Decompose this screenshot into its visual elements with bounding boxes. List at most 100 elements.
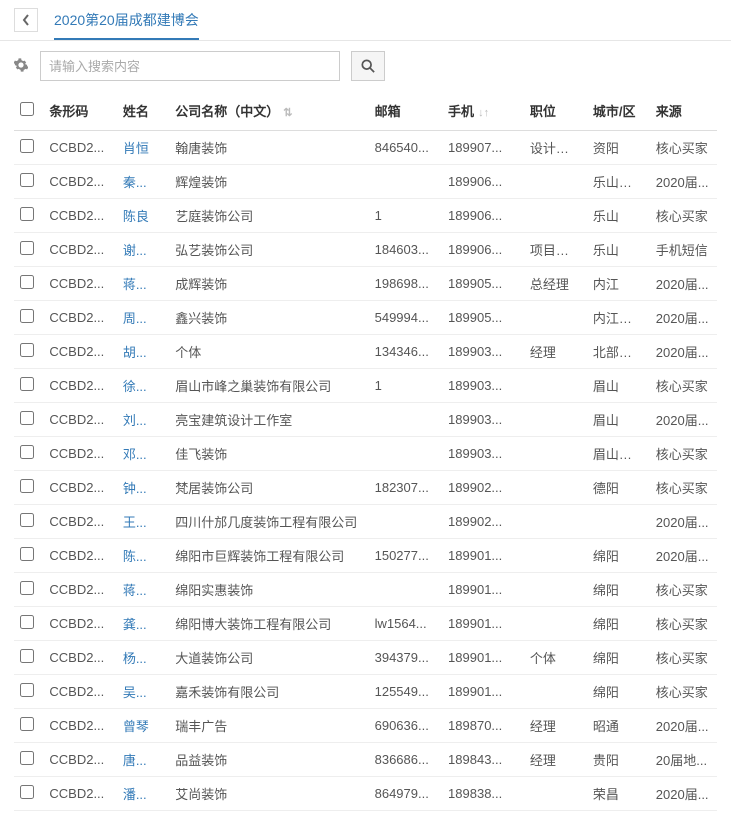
- cell-position: 设计总监: [524, 131, 587, 165]
- row-checkbox[interactable]: [20, 649, 34, 663]
- cell-name[interactable]: 唐...: [117, 743, 169, 777]
- cell-position: [524, 607, 587, 641]
- cell-barcode: CCBD2...: [43, 709, 116, 743]
- cell-email: 846540...: [369, 131, 442, 165]
- col-source[interactable]: 来源: [650, 91, 717, 131]
- row-checkbox[interactable]: [20, 275, 34, 289]
- cell-company: 眉山市峰之巢装饰有限公司: [169, 369, 368, 403]
- cell-barcode: CCBD2...: [43, 539, 116, 573]
- cell-name[interactable]: 杨...: [117, 641, 169, 675]
- cell-name[interactable]: 钟...: [117, 471, 169, 505]
- row-checkbox[interactable]: [20, 581, 34, 595]
- table-row[interactable]: CCBD2...杨...大道装饰公司394379...189901...个体绵阳…: [14, 641, 717, 675]
- cell-name[interactable]: 曾琴: [117, 709, 169, 743]
- cell-email: [369, 403, 442, 437]
- row-checkbox[interactable]: [20, 241, 34, 255]
- cell-name[interactable]: 陈良: [117, 199, 169, 233]
- back-button[interactable]: [14, 8, 38, 32]
- row-checkbox[interactable]: [20, 207, 34, 221]
- cell-phone: 189901...: [442, 573, 524, 607]
- row-checkbox[interactable]: [20, 717, 34, 731]
- row-checkbox[interactable]: [20, 479, 34, 493]
- row-checkbox[interactable]: [20, 785, 34, 799]
- col-barcode[interactable]: 条形码: [43, 91, 116, 131]
- row-checkbox[interactable]: [20, 547, 34, 561]
- cell-source: 核心买家: [650, 131, 717, 165]
- row-checkbox[interactable]: [20, 751, 34, 765]
- cell-name[interactable]: 肖恒: [117, 131, 169, 165]
- cell-email: 549994...: [369, 301, 442, 335]
- cell-name[interactable]: 胡...: [117, 335, 169, 369]
- table-row[interactable]: CCBD2...周...鑫兴装饰549994...189905...内江威远20…: [14, 301, 717, 335]
- cell-city: 乐山: [587, 199, 650, 233]
- cell-position: [524, 437, 587, 471]
- row-checkbox[interactable]: [20, 139, 34, 153]
- col-email[interactable]: 邮箱: [369, 91, 442, 131]
- table-row[interactable]: CCBD2...徐...眉山市峰之巢装饰有限公司1189903...眉山核心买家: [14, 369, 717, 403]
- cell-name[interactable]: 周...: [117, 301, 169, 335]
- table-row[interactable]: CCBD2...王...四川什邡几度装饰工程有限公司189902...2020届…: [14, 505, 717, 539]
- cell-city: 内江威远: [587, 301, 650, 335]
- table-row[interactable]: CCBD2...胡...个体134346...189903...经理北部新区20…: [14, 335, 717, 369]
- cell-position: [524, 403, 587, 437]
- table-row[interactable]: CCBD2...刘...亮宝建筑设计工作室189903...眉山2020届...: [14, 403, 717, 437]
- row-checkbox[interactable]: [20, 173, 34, 187]
- col-company[interactable]: 公司名称（中文）⇅: [169, 91, 368, 131]
- breadcrumb[interactable]: 2020第20届成都建博会: [54, 10, 199, 40]
- row-checkbox[interactable]: [20, 411, 34, 425]
- table-row[interactable]: CCBD2...唐...品益装饰836686...189843...经理贵阳20…: [14, 743, 717, 777]
- table-row[interactable]: CCBD2...陈良艺庭装饰公司1189906...乐山核心买家: [14, 199, 717, 233]
- cell-source: 2020届...: [650, 403, 717, 437]
- cell-position: [524, 777, 587, 811]
- cell-city: 乐山: [587, 233, 650, 267]
- table-row[interactable]: CCBD2...龚...绵阳博大装饰工程有限公司lw1564...189901.…: [14, 607, 717, 641]
- search-button[interactable]: [351, 51, 385, 81]
- col-position[interactable]: 职位: [524, 91, 587, 131]
- cell-position: 项目经理: [524, 233, 587, 267]
- table-row[interactable]: CCBD2...曾琴瑞丰广告690636...189870...经理昭通2020…: [14, 709, 717, 743]
- table-row[interactable]: CCBD2...邓...佳飞装饰189903...眉山仁寿核心买家: [14, 437, 717, 471]
- cell-name[interactable]: 陈...: [117, 539, 169, 573]
- row-checkbox[interactable]: [20, 513, 34, 527]
- gear-icon[interactable]: [14, 58, 28, 75]
- table-row[interactable]: CCBD2...肖恒翰唐装饰846540...189907...设计总监资阳核心…: [14, 131, 717, 165]
- col-phone[interactable]: 手机↓↑: [442, 91, 524, 131]
- select-all-checkbox[interactable]: [20, 102, 34, 116]
- cell-name[interactable]: 刘...: [117, 403, 169, 437]
- cell-position: 经理: [524, 335, 587, 369]
- table-row[interactable]: CCBD2...钟...梵居装饰公司182307...189902...德阳核心…: [14, 471, 717, 505]
- table-row[interactable]: CCBD2...吴...嘉禾装饰有限公司125549...189901...绵阳…: [14, 675, 717, 709]
- row-checkbox[interactable]: [20, 343, 34, 357]
- table-row[interactable]: CCBD2...潘...艾尚装饰864979...189838...荣昌2020…: [14, 777, 717, 811]
- cell-name[interactable]: 吴...: [117, 675, 169, 709]
- row-checkbox[interactable]: [20, 615, 34, 629]
- row-checkbox[interactable]: [20, 683, 34, 697]
- cell-name[interactable]: 蒋...: [117, 267, 169, 301]
- col-name[interactable]: 姓名: [117, 91, 169, 131]
- sort-icon: ⇅: [283, 107, 292, 119]
- search-input[interactable]: [40, 51, 340, 81]
- row-checkbox[interactable]: [20, 309, 34, 323]
- table-row[interactable]: CCBD2...蒋...成辉装饰198698...189905...总经理内江2…: [14, 267, 717, 301]
- search-bar: [0, 41, 731, 91]
- cell-name[interactable]: 谢...: [117, 233, 169, 267]
- cell-email: 182307...: [369, 471, 442, 505]
- table-row[interactable]: CCBD2...秦...辉煌装饰189906...乐山夹江2020届...: [14, 165, 717, 199]
- row-checkbox[interactable]: [20, 377, 34, 391]
- cell-name[interactable]: 潘...: [117, 777, 169, 811]
- cell-email: [369, 437, 442, 471]
- table-row[interactable]: CCBD2...蒋...绵阳实惠装饰189901...绵阳核心买家: [14, 573, 717, 607]
- table-row[interactable]: CCBD2...陈...绵阳市巨辉装饰工程有限公司150277...189901…: [14, 539, 717, 573]
- col-city[interactable]: 城市/区: [587, 91, 650, 131]
- row-checkbox[interactable]: [20, 445, 34, 459]
- cell-name[interactable]: 龚...: [117, 607, 169, 641]
- cell-company: 艾尚装饰: [169, 777, 368, 811]
- table-row[interactable]: CCBD2...谢...弘艺装饰公司184603...189906...项目经理…: [14, 233, 717, 267]
- cell-name[interactable]: 王...: [117, 505, 169, 539]
- cell-source: 核心买家: [650, 573, 717, 607]
- cell-name[interactable]: 秦...: [117, 165, 169, 199]
- cell-name[interactable]: 蒋...: [117, 573, 169, 607]
- cell-name[interactable]: 徐...: [117, 369, 169, 403]
- cell-name[interactable]: 邓...: [117, 437, 169, 471]
- cell-phone: 189903...: [442, 437, 524, 471]
